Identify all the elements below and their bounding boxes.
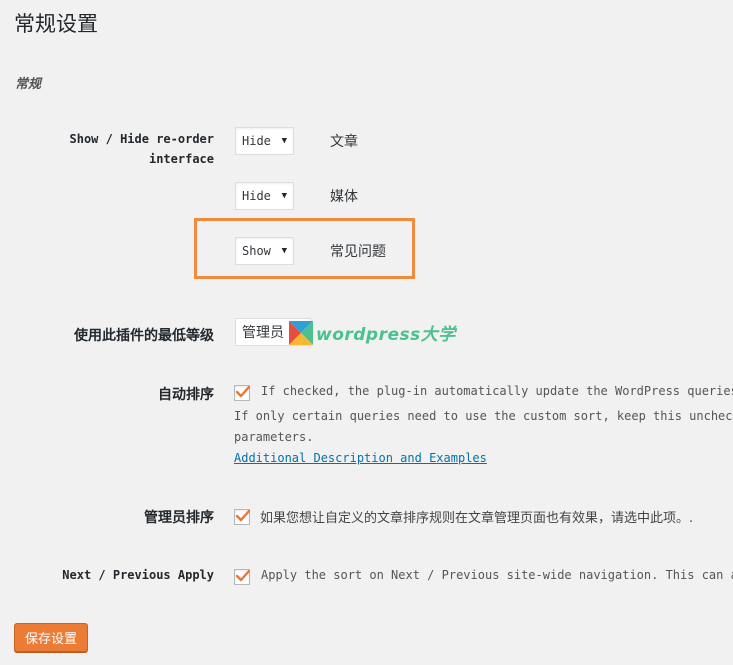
reorder-type-media: 媒体 [330,189,358,205]
reorder-select-faq-value: Show [242,244,271,258]
section-title: 常规 [15,77,42,92]
next-prev-description: Apply the sort on Next / Previous site-w… [261,568,733,582]
additional-description-link[interactable]: Additional Description and Examples [234,451,487,465]
next-prev-checkbox[interactable] [234,569,251,585]
admin-sort-label: 管理员排序 [144,510,214,526]
reorder-select-posts-value: Hide [242,134,271,148]
reorder-type-faq: 常见问题 [330,244,386,260]
chevron-down-icon: ▼ [281,191,287,201]
settings-page: 常规设置 常规 Show / Hide re-order interface H… [0,0,733,665]
min-level-label: 使用此插件的最低等级 [74,328,214,344]
reorder-label-line2: interface [148,152,214,166]
watermark-text: wordpress大学 [316,325,456,345]
wordpress-daxue-watermark: wordpress大学 [289,320,456,345]
admin-sort-checkbox[interactable] [234,509,251,525]
chevron-down-icon: ▼ [281,136,287,146]
save-settings-button[interactable]: 保存设置 [14,623,88,652]
checkmark-icon [235,509,251,522]
auto-sort-label: 自动排序 [158,387,214,403]
wordpress-daxue-logo-icon [289,320,313,345]
auto-sort-description-line3: parameters. [234,430,314,444]
admin-sort-description: 如果您想让自定义的文章排序规则在文章管理页面也有效果，请选中此项。. [260,511,694,526]
reorder-select-faq[interactable]: Show ▼ [235,237,294,265]
page-title: 常规设置 [14,12,98,36]
reorder-label-line1: Show / Hide re-order [69,132,215,146]
reorder-select-media-value: Hide [242,189,271,203]
chevron-down-icon: ▼ [281,246,287,256]
checkmark-icon [235,385,251,398]
reorder-label: Show / Hide re-order interface [70,129,215,169]
auto-sort-description-line2: If only certain queries need to use the … [234,409,733,423]
checkmark-icon [235,569,251,582]
reorder-type-posts: 文章 [330,134,358,150]
min-level-value: 管理员 [242,325,284,341]
reorder-select-posts[interactable]: Hide ▼ [235,127,294,155]
next-prev-label: Next / Previous Apply [62,568,214,582]
reorder-select-media[interactable]: Hide ▼ [235,182,294,210]
auto-sort-checkbox[interactable] [234,385,251,401]
auto-sort-description-line1: If checked, the plug-in automatically up… [261,384,733,398]
